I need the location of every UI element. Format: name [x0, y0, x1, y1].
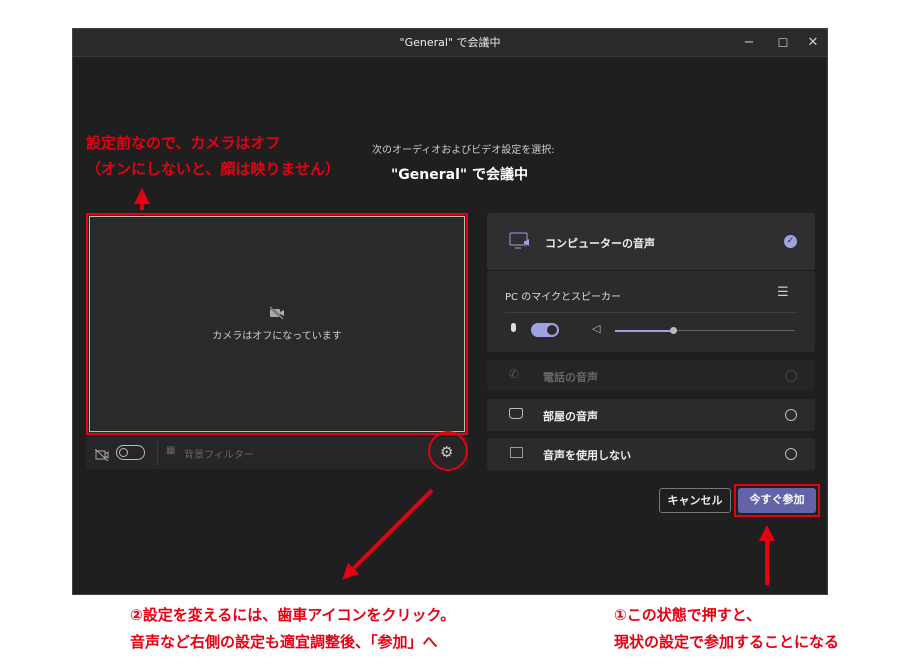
annotation-arrows	[134, 188, 775, 585]
arrow-to-settings	[342, 488, 434, 580]
